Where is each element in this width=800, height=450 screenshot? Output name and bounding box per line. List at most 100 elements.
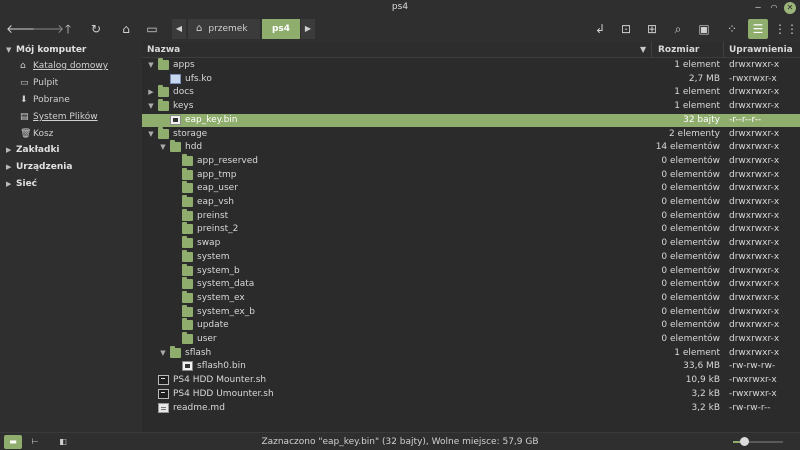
file-row[interactable]: ▼ hdd 14 elementów drwxrwxr-x <box>142 140 800 154</box>
file-row[interactable]: eap_user 0 elementów drwxrwxr-x <box>142 181 800 195</box>
column-name[interactable]: Nazwa <box>147 45 180 55</box>
zoom-slider[interactable] <box>733 437 783 446</box>
terminal-icon[interactable]: ⊡ <box>616 19 636 39</box>
file-row[interactable]: system 0 elementów drwxrwxr-x <box>142 249 800 264</box>
file-row[interactable]: ufs.ko 2,7 MB -rwxrwxr-x <box>142 73 800 86</box>
expanded-triangle-icon[interactable]: ▼ <box>146 128 156 141</box>
file-permissions: -rw-rw-rw- <box>729 361 776 372</box>
file-name: eap_key.bin <box>185 114 238 125</box>
computer-icon[interactable]: ▭ <box>142 19 162 39</box>
file-size: 32 bajty <box>683 114 720 125</box>
file-row[interactable]: eap_vsh 0 elementów drwxrwxr-x <box>142 195 800 209</box>
toggle-location-icon[interactable]: ↲ <box>590 19 610 39</box>
forward-arrow-icon[interactable]: 🡒 <box>32 19 64 39</box>
file-name: readme.md <box>173 402 225 413</box>
file-row[interactable]: preinst_2 0 elementów drwxrwxr-x <box>142 222 800 236</box>
folder-icon <box>182 153 193 166</box>
reload-icon[interactable]: ↻ <box>86 19 106 39</box>
file-name: ufs.ko <box>185 73 212 84</box>
folder-icon <box>182 249 193 262</box>
file-size: 2,7 MB <box>688 73 720 84</box>
file-row[interactable]: PS4 HDD Umounter.sh 3,2 kB -rwxrwxr-x <box>142 388 800 401</box>
file-permissions: drwxrwxr-x <box>729 306 780 317</box>
collapsed-triangle-icon[interactable]: ▶ <box>146 86 156 99</box>
file-row[interactable]: system_ex_b 0 elementów drwxrwxr-x <box>142 304 800 319</box>
file-name: hdd <box>185 142 203 153</box>
file-name: system_b <box>197 265 240 276</box>
file-row[interactable]: readme.md 3,2 kB -rw-rw-r-- <box>142 402 800 415</box>
expanded-triangle-icon[interactable]: ▼ <box>158 141 168 154</box>
file-permissions: -rwxrwxr-x <box>729 73 777 84</box>
sidebar-section-network[interactable]: ▶ Sieć <box>6 179 37 193</box>
file-row[interactable]: eap_key.bin 32 bajty -r--r--r-- <box>142 113 800 127</box>
compact-view-icon[interactable]: ⋮⋮ <box>774 19 798 39</box>
sidebar-item-home[interactable]: ⌂ Katalog domowy <box>20 61 108 75</box>
file-name: storage <box>173 128 208 139</box>
file-row[interactable]: system_b 0 elementów drwxrwxr-x <box>142 263 800 278</box>
file-row[interactable]: system_data 0 elementów drwxrwxr-x <box>142 277 800 291</box>
expanded-triangle-icon[interactable]: ▼ <box>158 347 168 360</box>
folder-icon <box>182 236 193 249</box>
file-row[interactable]: update 0 elementów drwxrwxr-x <box>142 318 800 332</box>
file-row[interactable]: ▼ apps 1 element drwxrwxr-x <box>142 58 800 72</box>
file-permissions: drwxrwxr-x <box>729 87 780 98</box>
up-arrow-icon[interactable]: 🡑 <box>58 19 78 39</box>
sidebar-item-desktop[interactable]: ▭ Pulpit <box>20 78 58 92</box>
file-row[interactable]: preinst 0 elementów drwxrwxr-x <box>142 208 800 223</box>
home-icon[interactable]: ⌂ <box>116 19 136 39</box>
folder-icon <box>158 99 169 112</box>
path-scroll-left-icon[interactable]: ◀ <box>172 19 186 39</box>
column-separator[interactable] <box>651 42 652 58</box>
file-name: eap_user <box>197 183 238 194</box>
file-row[interactable]: ▼ storage 2 elementy drwxrwxr-x <box>142 126 800 141</box>
file-permissions: -rwxrwxr-x <box>729 388 777 399</box>
file-permissions: -rwxrwxr-x <box>729 375 777 386</box>
image-view-icon[interactable]: ▣ <box>694 19 714 39</box>
column-permissions[interactable]: Uprawnienia <box>729 45 793 55</box>
file-permissions: drwxrwxr-x <box>729 279 780 290</box>
file-row[interactable]: user 0 elementów drwxrwxr-x <box>142 332 800 346</box>
status-bar: ▬ ⊢ ◧ Zaznaczono "eap_key.bin" (32 bajty… <box>0 432 800 450</box>
new-folder-icon[interactable]: ⊞ <box>642 19 662 39</box>
file-row[interactable]: sflash0.bin 33,6 MB -rw-rw-rw- <box>142 360 800 373</box>
sidebar-item-trash[interactable]: 🗑 Kosz <box>20 129 53 143</box>
file-row[interactable]: swap 0 elementów drwxrwxr-x <box>142 236 800 250</box>
file-permissions: drwxrwxr-x <box>729 292 780 303</box>
expanded-triangle-icon[interactable]: ▼ <box>146 59 156 72</box>
file-list[interactable]: ▼ apps 1 element drwxrwxr-x ufs.ko 2,7 MB -rwx… <box>142 58 800 432</box>
sidebar-item-filesystem[interactable]: ▤ System Plików <box>20 112 98 126</box>
sort-descending-icon[interactable]: ▼ <box>640 45 646 54</box>
file-row[interactable]: app_reserved 0 elementów drwxrwxr-x <box>142 153 800 168</box>
sidebar: ▼ Mój komputer ⌂ Katalog domowy ▭ Pulpit ⬇ P… <box>0 42 142 432</box>
back-arrow-icon[interactable]: 🡐 <box>6 19 38 39</box>
path-scroll-right-icon[interactable]: ▶ <box>301 19 315 39</box>
file-size: 33,6 MB <box>683 361 720 372</box>
sidebar-section-bookmarks[interactable]: ▶ Zakładki <box>6 145 60 159</box>
file-row[interactable]: ▼ keys 1 element drwxrwxr-x <box>142 99 800 113</box>
file-row[interactable]: PS4 HDD Mounter.sh 10,9 kB -rwxrwxr-x <box>142 374 800 387</box>
path-button-current[interactable]: ps4 <box>262 19 300 39</box>
maximize-icon[interactable]: ◠ <box>768 2 780 14</box>
file-row[interactable]: ▶ docs 1 element drwxrwxr-x <box>142 85 800 99</box>
sidebar-section-devices[interactable]: ▶ Urządzenia <box>6 162 72 176</box>
file-name: swap <box>197 238 221 249</box>
file-size: 0 elementów <box>661 306 720 317</box>
column-separator[interactable] <box>723 42 724 58</box>
zoom-slider-knob[interactable] <box>740 437 749 446</box>
search-icon[interactable]: ⌕ <box>668 19 688 39</box>
expanded-triangle-icon[interactable]: ▼ <box>146 100 156 113</box>
file-row[interactable]: ▼ sflash 1 element drwxrwxr-x <box>142 345 800 360</box>
close-icon[interactable]: ✕ <box>784 2 796 14</box>
folder-icon <box>182 263 193 276</box>
sidebar-section-my-computer[interactable]: ▼ Mój komputer <box>6 45 86 59</box>
file-row[interactable]: system_ex 0 elementów drwxrwxr-x <box>142 290 800 305</box>
sidebar-item-downloads[interactable]: ⬇ Pobrane <box>20 95 70 109</box>
desktop-icon: ▭ <box>20 78 29 88</box>
column-size[interactable]: Rozmiar <box>658 45 699 55</box>
path-button-home[interactable]: ⌂ przemek <box>188 19 260 39</box>
minimize-icon[interactable]: ‒ <box>752 2 764 14</box>
collapsed-triangle-icon: ▶ <box>6 146 12 154</box>
icon-view-icon[interactable]: ⁘ <box>722 19 742 39</box>
list-view-icon[interactable]: ☰ <box>748 19 768 39</box>
file-row[interactable]: app_tmp 0 elementów drwxrwxr-x <box>142 167 800 182</box>
